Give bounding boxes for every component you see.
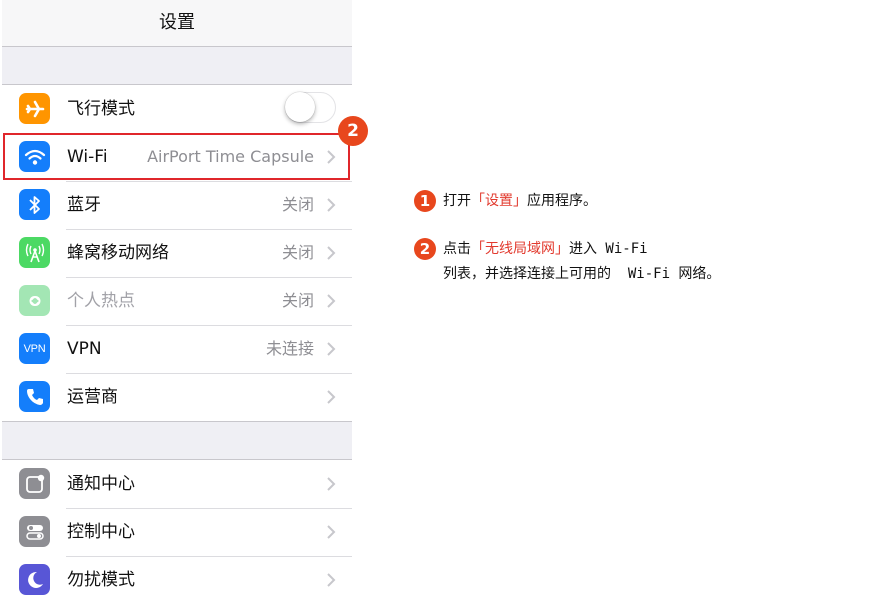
vpn-label: VPN — [67, 339, 102, 359]
phone-icon — [19, 381, 50, 412]
step-2-highlight: 「无线局域网」 — [471, 241, 569, 257]
page-title: 设置 — [159, 12, 195, 33]
settings-row-notification-center[interactable]: 通知中心 — [2, 460, 352, 508]
step-1-highlight: 「设置」 — [471, 193, 527, 209]
notification-center-icon — [19, 468, 50, 499]
moon-icon — [19, 564, 50, 595]
settings-screen: 设置 飞行模式 Wi-Fi AirPort Time Capsule 蓝牙 关闭 — [2, 0, 352, 600]
settings-row-bluetooth[interactable]: 蓝牙 关闭 — [2, 181, 352, 229]
step-1-text: 打开「设置」应用程序。 — [443, 191, 597, 211]
vpn-value: 未连接 — [265, 339, 314, 358]
hotspot-icon — [19, 285, 50, 316]
settings-row-vpn[interactable]: VPN VPN 未连接 — [2, 325, 352, 373]
chevron-right-icon — [327, 198, 336, 212]
settings-row-airplane-mode[interactable]: 飞行模式 — [2, 85, 352, 133]
step-1-badge: 1 — [414, 190, 436, 212]
bluetooth-label: 蓝牙 — [67, 195, 101, 215]
control-center-icon — [19, 516, 50, 547]
bluetooth-icon — [19, 189, 50, 220]
settings-row-carrier[interactable]: 运营商 — [2, 373, 352, 421]
chevron-right-icon — [327, 246, 336, 260]
step-2-pre: 点击 — [443, 241, 471, 257]
chevron-right-icon — [327, 477, 336, 491]
wifi-highlight-box — [3, 133, 350, 180]
notification-center-label: 通知中心 — [67, 474, 135, 494]
step-2-text-line2: 列表，并选择连接上可用的 Wi-Fi 网络。 — [443, 266, 721, 282]
chevron-right-icon — [327, 342, 336, 356]
carrier-label: 运营商 — [67, 387, 118, 407]
settings-group-system: 通知中心 控制中心 勿扰模式 — [2, 459, 352, 600]
settings-row-do-not-disturb[interactable]: 勿扰模式 — [2, 556, 352, 600]
callout-badge: 2 — [338, 116, 368, 146]
settings-row-personal-hotspot[interactable]: 个人热点 关闭 — [2, 277, 352, 325]
vpn-icon-text: VPN — [23, 342, 46, 355]
step-2-text: 点击「无线局域网」进入 Wi-Fi — [443, 239, 648, 259]
toggle-knob — [285, 92, 315, 122]
settings-row-cellular[interactable]: 蜂窝移动网络 关闭 — [2, 229, 352, 277]
bluetooth-value: 关闭 — [281, 195, 314, 214]
step-1-post: 应用程序。 — [527, 193, 597, 209]
chevron-right-icon — [327, 573, 336, 587]
navigation-bar: 设置 — [2, 0, 352, 47]
step-1-pre: 打开 — [443, 193, 471, 209]
cellular-label: 蜂窝移动网络 — [67, 243, 169, 263]
personal-hotspot-value: 关闭 — [281, 291, 314, 310]
settings-row-control-center[interactable]: 控制中心 — [2, 508, 352, 556]
airplane-icon — [19, 93, 50, 124]
chevron-right-icon — [327, 390, 336, 404]
airplane-mode-toggle[interactable] — [285, 92, 336, 123]
airplane-mode-label: 飞行模式 — [67, 99, 135, 119]
vpn-icon: VPN — [19, 333, 50, 364]
step-2-badge: 2 — [414, 238, 436, 260]
cellular-value: 关闭 — [281, 243, 314, 262]
chevron-right-icon — [327, 525, 336, 539]
step-2-post: 进入 Wi-Fi — [569, 241, 648, 257]
control-center-label: 控制中心 — [67, 522, 135, 542]
chevron-right-icon — [327, 294, 336, 308]
cellular-icon — [19, 237, 50, 268]
do-not-disturb-label: 勿扰模式 — [67, 570, 135, 590]
personal-hotspot-label: 个人热点 — [67, 291, 135, 311]
